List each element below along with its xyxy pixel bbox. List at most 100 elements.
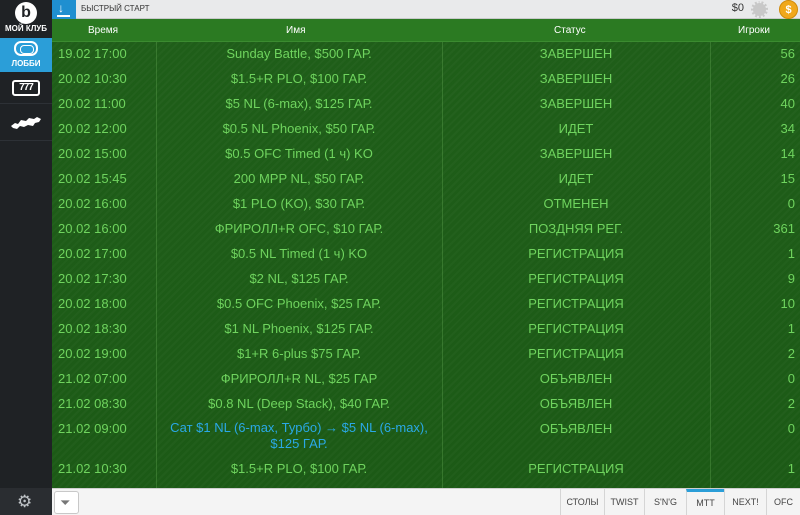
row-status: ОБЪЯВЛЕН — [539, 396, 613, 411]
tournament-table: Время Имя Статус Игроки 19.02 17:00 Sunda… — [52, 19, 800, 488]
row-players: 56 — [780, 46, 795, 61]
sidebar-item-slots[interactable]: 777 — [0, 72, 52, 104]
row-status: ОБЪЯВЛЕН — [539, 371, 613, 386]
row-time: 20.02 17:30 — [58, 271, 127, 286]
tab-next[interactable]: NEXT! — [724, 489, 766, 515]
table-row[interactable]: 20.02 18:30 $1 NL Phoenix, $125 ГАР. РЕГИС… — [52, 317, 800, 342]
top-bar: ↓ БЫСТРЫЙ СТАРТ $0 $ — [52, 0, 800, 19]
row-time: 20.02 15:45 — [58, 171, 127, 186]
table-row[interactable]: 21.02 07:00 ФРИРОЛЛ+R NL, $25 ГАР ОБЪЯВЛЕН… — [52, 367, 800, 392]
table-row[interactable]: 20.02 19:00 $1+R 6-plus $75 ГАР. РЕГИСТРАЦ… — [52, 342, 800, 367]
sidebar-item-region[interactable] — [0, 105, 52, 141]
column-header-name[interactable]: Имя — [286, 19, 305, 42]
lobby-label: ЛОББИ — [11, 59, 41, 68]
table-row[interactable]: 21.02 09:00 Сат $1 NL (6-max, Турбо) → $5… — [52, 417, 800, 457]
table-row[interactable]: 19.02 17:00 Sunday Battle, $500 ГАР. ЗАВЕР… — [52, 42, 800, 67]
row-time: 21.02 07:00 — [58, 371, 127, 386]
row-time: 20.02 12:00 — [58, 121, 127, 136]
row-status: РЕГИСТРАЦИЯ — [528, 346, 624, 361]
row-name: ФРИРОЛЛ+R OFC, $10 ГАР. — [214, 221, 384, 236]
tab-mtt[interactable]: MTT — [686, 489, 724, 515]
logo-icon: b — [15, 2, 37, 24]
row-status: РЕГИСТРАЦИЯ — [528, 296, 624, 311]
row-players: 0 — [787, 196, 795, 211]
row-players: 0 — [787, 371, 795, 386]
row-name: $0.5 OFC Timed (1 ч) KO — [225, 146, 373, 161]
gear-icon: ⚙ — [17, 492, 33, 511]
column-header-time[interactable]: Время — [88, 19, 118, 42]
row-players: 40 — [780, 96, 795, 111]
coin-icon[interactable]: $ — [779, 0, 798, 19]
table-row[interactable]: 20.02 18:00 $0.5 OFC Phoenix, $25 ГАР. РЕГ… — [52, 292, 800, 317]
club-logo[interactable]: b МОЙ КЛУБ — [0, 0, 52, 38]
table-row[interactable]: 20.02 10:30 $1.5+R PLO, $100 ГАР. ЗАВЕРШЕН… — [52, 67, 800, 92]
table-row[interactable]: 20.02 16:00 ФРИРОЛЛ+R OFC, $10 ГАР. ПОЗДНЯ… — [52, 217, 800, 242]
column-header-status[interactable]: Статус — [554, 19, 586, 42]
row-time: 20.02 15:00 — [58, 146, 127, 161]
row-players: 361 — [773, 221, 795, 236]
row-status: ОБЪЯВЛЕН — [539, 421, 613, 436]
table-row[interactable]: 20.02 16:00 $1 PLO (KO), $30 ГАР. ОТМЕНЕН 0 — [52, 192, 800, 217]
row-time: 20.02 18:00 — [58, 296, 127, 311]
filter-button[interactable]: ⏷ — [54, 491, 79, 514]
bottom-bar: ⏷ СТОЛЫ TWIST S'N'G MTT NEXT! OFC — [52, 488, 800, 515]
chip-icon[interactable] — [751, 1, 768, 18]
balance-value: $0 — [731, 2, 744, 14]
row-name: ФРИРОЛЛ+R NL, $25 ГАР — [220, 371, 378, 386]
row-status: РЕГИСТРАЦИЯ — [528, 271, 624, 286]
row-time: 21.02 09:00 — [58, 421, 127, 436]
row-status: ЗАВЕРШЕН — [539, 46, 613, 61]
map-icon — [11, 117, 41, 129]
row-time: 20.02 10:30 — [58, 71, 127, 86]
tab-s-n-g[interactable]: S'N'G — [644, 489, 686, 515]
row-status: РЕГИСТРАЦИЯ — [528, 246, 624, 261]
row-name: $1 NL Phoenix, $125 ГАР. — [224, 321, 374, 336]
row-players: 1 — [787, 461, 795, 476]
row-time: 20.02 17:00 — [58, 246, 127, 261]
row-time: 21.02 10:30 — [58, 461, 127, 476]
row-players: 1 — [787, 246, 795, 261]
table-row[interactable]: 21.02 08:30 $0.8 NL (Deep Stack), $40 ГАР… — [52, 392, 800, 417]
poker-table-icon — [14, 41, 38, 56]
row-players: 26 — [780, 71, 795, 86]
row-name: $0.5 NL Timed (1 ч) KO — [230, 246, 368, 261]
tab-twist[interactable]: TWIST — [604, 489, 644, 515]
table-row[interactable]: 20.02 11:00 $5 NL (6-max), $125 ГАР. ЗАВЕР… — [52, 92, 800, 117]
table-row[interactable]: 20.02 15:45 200 MPP NL, $50 ГАР. ИДЕТ 15 — [52, 167, 800, 192]
quick-start-button[interactable]: ↓ — [52, 0, 76, 19]
row-players: 2 — [787, 346, 795, 361]
tab-столы[interactable]: СТОЛЫ — [560, 489, 604, 515]
table-row[interactable]: 20.02 17:30 $2 NL, $125 ГАР. РЕГИСТРАЦИЯ 9 — [52, 267, 800, 292]
my-club-label: МОЙ КЛУБ — [4, 24, 48, 33]
sidebar-item-lobby[interactable]: ЛОББИ — [0, 38, 52, 72]
row-status: ИДЕТ — [558, 171, 594, 186]
download-arrow-icon: ↓ — [58, 1, 64, 15]
row-players: 10 — [780, 296, 795, 311]
row-time: 19.02 17:00 — [58, 46, 127, 61]
sidebar: b МОЙ КЛУБ ЛОББИ 777 ⚙ — [0, 0, 52, 515]
row-players: 9 — [787, 271, 795, 286]
quick-start-label[interactable]: БЫСТРЫЙ СТАРТ — [81, 4, 149, 13]
row-time: 20.02 11:00 — [58, 96, 126, 111]
settings-button[interactable]: ⚙ — [0, 488, 52, 515]
row-status: ЗАВЕРШЕН — [539, 96, 613, 111]
table-body: 19.02 17:00 Sunday Battle, $500 ГАР. ЗАВЕР… — [52, 42, 800, 488]
table-row[interactable]: 20.02 15:00 $0.5 OFC Timed (1 ч) KO ЗАВЕРШ… — [52, 142, 800, 167]
table-row[interactable]: 21.02 10:30 $1.5+R PLO, $100 ГАР. РЕГИСТРА… — [52, 457, 800, 482]
row-players: 14 — [780, 146, 795, 161]
row-name: $5 NL (6-max), $125 ГАР. — [225, 96, 373, 111]
row-name: $1.5+R PLO, $100 ГАР. — [230, 461, 368, 476]
row-players: 1 — [787, 321, 795, 336]
row-players: 0 — [787, 421, 795, 436]
row-name: $0.5 NL Phoenix, $50 ГАР. — [222, 121, 376, 136]
row-name: $1 PLO (KO), $30 ГАР. — [232, 196, 366, 211]
row-status: ПОЗДНЯЯ РЕГ. — [528, 221, 624, 236]
table-row[interactable]: 20.02 12:00 $0.5 NL Phoenix, $50 ГАР. ИДЕТ… — [52, 117, 800, 142]
row-players: 34 — [780, 121, 795, 136]
table-row[interactable]: 20.02 17:00 $0.5 NL Timed (1 ч) KO РЕГИСТР… — [52, 242, 800, 267]
row-players: 15 — [780, 171, 795, 186]
row-name: $0.5 OFC Phoenix, $25 ГАР. — [216, 296, 382, 311]
column-header-players[interactable]: Игроки — [738, 19, 770, 42]
tab-ofc[interactable]: OFC — [766, 489, 800, 515]
row-status: ЗАВЕРШЕН — [539, 146, 613, 161]
